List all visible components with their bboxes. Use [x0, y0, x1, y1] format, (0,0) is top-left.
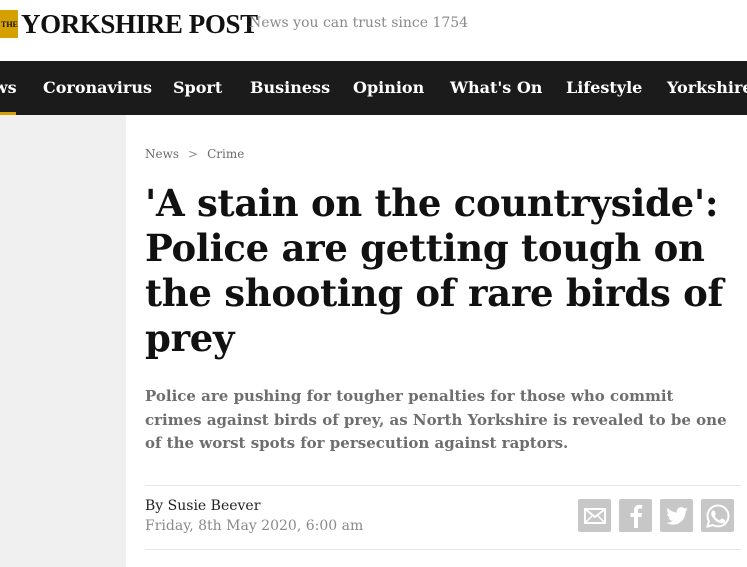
article-byline[interactable]: By Susie Beever: [145, 498, 260, 514]
twitter-icon: [665, 506, 688, 525]
byline-bottom-divider: [145, 549, 741, 550]
nav-item-news[interactable]: News: [0, 61, 17, 115]
site-logo[interactable]: THE YORKSHIRE POST: [0, 9, 258, 39]
nav-item-lifestyle[interactable]: Lifestyle: [566, 61, 642, 115]
nav-item-whats-on[interactable]: What's On: [450, 61, 542, 115]
masthead: THE YORKSHIRE POST News you can trust si…: [0, 0, 747, 61]
article-date: Friday, 8th May 2020, 6:00 am: [145, 518, 364, 534]
nav-item-yorkshire[interactable]: Yorkshire: [667, 61, 747, 115]
breadcrumb: News > Crime: [145, 147, 244, 161]
breadcrumb-crime[interactable]: Crime: [207, 147, 244, 161]
site-tagline: News you can trust since 1754: [249, 15, 469, 31]
article-headline: 'A stain on the countryside': Police are…: [145, 181, 724, 360]
logo-the-mark: THE: [0, 10, 18, 38]
main-nav: News Coronavirus Sport Business Opinion …: [0, 61, 747, 115]
page: THE YORKSHIRE POST News you can trust si…: [0, 0, 747, 567]
share-twitter-button[interactable]: [660, 499, 693, 532]
breadcrumb-separator: >: [188, 147, 199, 161]
share-facebook-button[interactable]: [619, 499, 652, 532]
share-email-button[interactable]: [578, 499, 611, 532]
nav-item-coronavirus[interactable]: Coronavirus: [43, 61, 152, 115]
nav-item-opinion[interactable]: Opinion: [353, 61, 424, 115]
logo-wordmark: YORKSHIRE POST: [21, 9, 258, 39]
byline-top-divider: [145, 485, 741, 486]
article-header: News > Crime 'A stain on the countryside…: [126, 115, 747, 567]
breadcrumb-news[interactable]: News: [145, 147, 179, 161]
whatsapp-icon: [705, 503, 730, 528]
share-whatsapp-button[interactable]: [701, 499, 734, 532]
nav-item-sport[interactable]: Sport: [173, 61, 222, 115]
nav-active-indicator: [0, 112, 16, 115]
facebook-icon: [630, 504, 642, 528]
article-standfirst: Police are pushing for tougher penalties…: [145, 387, 727, 452]
email-icon: [583, 507, 606, 524]
nav-item-business[interactable]: Business: [250, 61, 330, 115]
